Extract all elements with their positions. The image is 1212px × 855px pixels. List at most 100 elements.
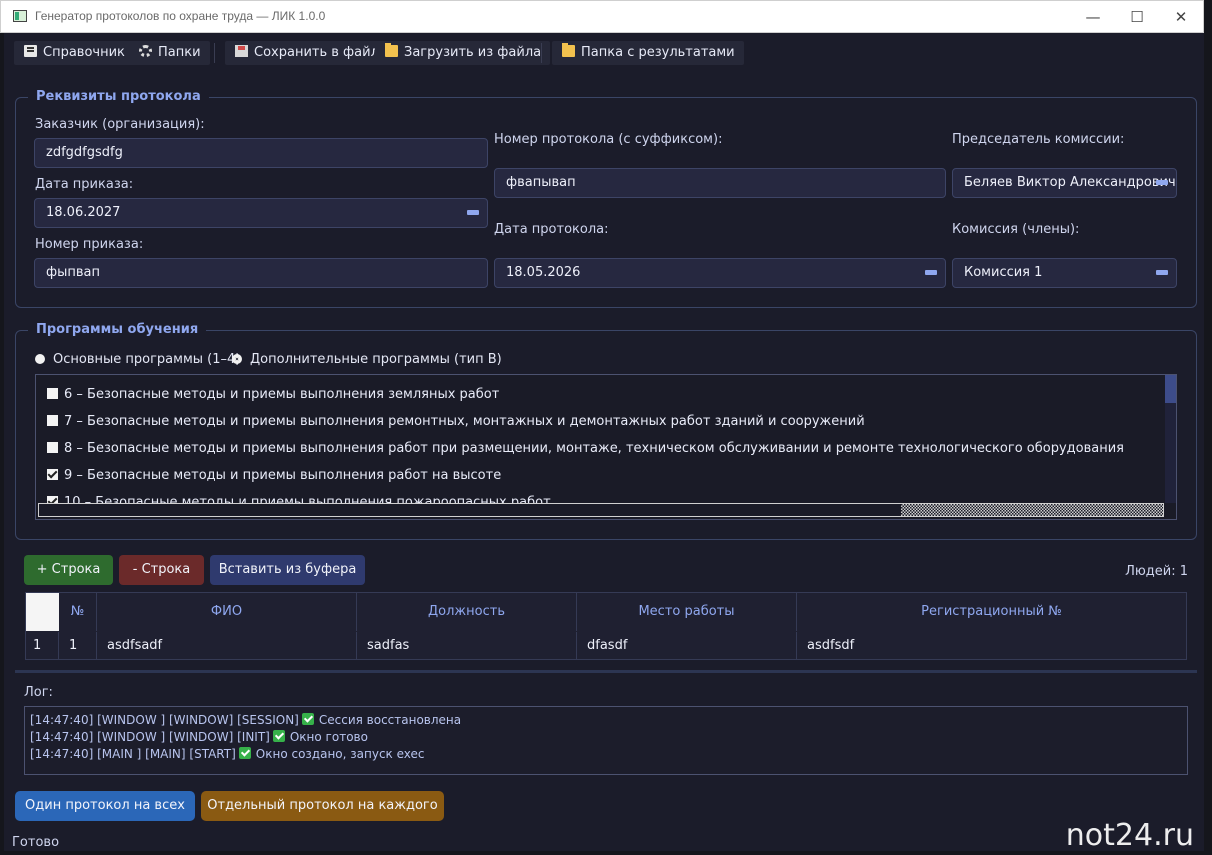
table-corner-button[interactable]: [26, 593, 59, 631]
column-header-fio[interactable]: ФИО: [97, 593, 357, 631]
reference-button[interactable]: Справочник: [14, 41, 134, 65]
save-file-label: Сохранить в файл: [254, 45, 379, 60]
check-icon: [238, 747, 251, 759]
scrollbar-thumb[interactable]: [1165, 375, 1176, 403]
chairman-label: Председатель комиссии:: [952, 132, 1125, 147]
folders-button[interactable]: Папки: [129, 41, 210, 65]
folder-icon: [385, 43, 398, 57]
commission-label: Комиссия (члены):: [952, 222, 1080, 237]
list-item[interactable]: 7 – Безопасные методы и приемы выполнени…: [47, 414, 865, 434]
dropdown-icon[interactable]: [467, 210, 479, 215]
save-file-button[interactable]: Сохранить в файл: [225, 41, 388, 65]
log-message: Сессия восстановлена: [318, 713, 462, 727]
protocol-number-input[interactable]: фвапывап: [494, 168, 946, 198]
row-header[interactable]: 1: [26, 632, 59, 660]
protocol-number-value: фвапывап: [506, 175, 576, 190]
customer-input[interactable]: zdfgdfgsdfg: [34, 138, 488, 168]
programs-list[interactable]: 6 – Безопасные методы и приемы выполнени…: [35, 374, 1177, 520]
order-date-value: 18.06.2027: [46, 205, 121, 220]
log-prefix: [14:47:40] [MAIN ] [MAIN] [START]: [30, 747, 236, 761]
table-cell[interactable]: asdfsdf: [797, 632, 1186, 660]
column-header-workplace[interactable]: Место работы: [577, 593, 797, 631]
floppy-icon: [235, 45, 248, 57]
dropdown-icon[interactable]: [1156, 270, 1168, 275]
load-file-label: Загрузить из файла: [404, 45, 542, 60]
list-item-label: 7 – Безопасные методы и приемы выполнени…: [64, 414, 865, 429]
radio-extra-programs[interactable]: Дополнительные программы (тип B): [232, 352, 502, 367]
gear-icon: [139, 45, 152, 57]
minimize-button[interactable]: —: [1073, 5, 1113, 29]
radio-selected-icon: [232, 354, 242, 364]
book-icon: [24, 45, 37, 57]
toolbar: Справочник Папки Сохранить в файл Загруз…: [4, 33, 1204, 73]
app-icon: [13, 10, 27, 22]
log-message: Окно готово: [289, 730, 368, 744]
order-date-picker[interactable]: 18.06.2027: [34, 198, 488, 228]
commission-value: Комиссия 1: [964, 265, 1043, 280]
log-line: [14:47:40] [MAIN ] [MAIN] [START] Окно со…: [30, 747, 425, 761]
check-icon: [301, 713, 314, 725]
order-number-value: фыпвап: [46, 265, 101, 280]
main-window: Справочник Папки Сохранить в файл Загруз…: [4, 33, 1204, 851]
commission-select[interactable]: Комиссия 1: [952, 258, 1177, 288]
scrollbar-thumb[interactable]: [901, 504, 1163, 516]
check-icon: [272, 730, 285, 742]
results-folder-label: Папка с результатами: [581, 45, 735, 60]
radio-unselected-icon: [35, 354, 45, 364]
column-header-reg-number[interactable]: Регистрационный №: [797, 593, 1186, 631]
watermark: not24.ru: [1065, 818, 1194, 853]
radio-extra-label: Дополнительные программы (тип B): [250, 352, 502, 367]
chairman-value: Беляев Виктор Александрович: [964, 175, 1176, 190]
folders-label: Папки: [158, 45, 201, 60]
vertical-scrollbar[interactable]: [1165, 375, 1176, 503]
table-cell[interactable]: dfasdf: [577, 632, 797, 660]
protocol-number-label: Номер протокола (с суффиксом):: [494, 132, 723, 147]
customer-label: Заказчик (организация):: [35, 117, 205, 132]
dropdown-icon[interactable]: [925, 270, 937, 275]
dropdown-icon[interactable]: [1156, 180, 1168, 185]
list-item[interactable]: 6 – Безопасные методы и приемы выполнени…: [47, 387, 499, 407]
protocol-per-person-button[interactable]: Отдельный протокол на каждого: [201, 791, 444, 821]
list-item[interactable]: 8 – Безопасные методы и приемы выполнени…: [47, 441, 1124, 461]
programs-title: Программы обучения: [28, 322, 207, 337]
table-cell[interactable]: sadfas: [357, 632, 577, 660]
table-cell[interactable]: asdfsadf: [97, 632, 357, 660]
radio-main-label: Основные программы (1–4): [53, 352, 241, 367]
remove-row-button[interactable]: - Строка: [119, 555, 204, 585]
log-output[interactable]: [14:47:40] [WINDOW ] [WINDOW] [SESSION] С…: [24, 706, 1188, 775]
order-date-label: Дата приказа:: [35, 177, 134, 192]
toolbar-separator: [541, 43, 542, 63]
paste-from-clipboard-button[interactable]: Вставить из буфера: [210, 555, 365, 585]
splitter-handle[interactable]: [15, 670, 1197, 673]
folder-icon: [562, 43, 575, 57]
close-button[interactable]: ✕: [1161, 5, 1201, 29]
list-item-label: 9 – Безопасные методы и приемы выполнени…: [64, 468, 502, 483]
column-header-number[interactable]: №: [59, 593, 97, 631]
checkbox[interactable]: [47, 388, 58, 399]
log-prefix: [14:47:40] [WINDOW ] [WINDOW] [SESSION]: [30, 713, 299, 727]
chairman-select[interactable]: Беляев Виктор Александрович: [952, 168, 1177, 198]
column-header-position[interactable]: Должность: [357, 593, 577, 631]
checkbox[interactable]: [47, 442, 58, 453]
radio-main-programs[interactable]: Основные программы (1–4): [35, 352, 240, 367]
table-cell[interactable]: 1: [59, 632, 97, 660]
list-item-label: 6 – Безопасные методы и приемы выполнени…: [64, 387, 500, 402]
order-number-label: Номер приказа:: [35, 237, 144, 252]
list-item[interactable]: 9 – Безопасные методы и приемы выполнени…: [47, 468, 501, 488]
order-number-input[interactable]: фыпвап: [34, 258, 488, 288]
one-protocol-for-all-button[interactable]: Один протокол на всех: [15, 791, 195, 821]
load-file-button[interactable]: Загрузить из файла: [375, 41, 551, 65]
checkbox[interactable]: [47, 415, 58, 426]
people-table[interactable]: № ФИО Должность Место работы Регистрацио…: [25, 592, 1187, 660]
status-bar-text: Готово: [12, 835, 60, 850]
log-line: [14:47:40] [WINDOW ] [WINDOW] [SESSION] С…: [30, 713, 461, 727]
customer-value: zdfgdfgsdfg: [46, 145, 123, 160]
log-prefix: [14:47:40] [WINDOW ] [WINDOW] [INIT]: [30, 730, 270, 744]
checkbox-checked[interactable]: [47, 469, 58, 480]
results-folder-button[interactable]: Папка с результатами: [552, 41, 744, 65]
add-row-button[interactable]: + Строка: [24, 555, 113, 585]
maximize-button[interactable]: ☐: [1117, 5, 1157, 29]
horizontal-scrollbar[interactable]: [38, 503, 1164, 517]
reference-label: Справочник: [43, 45, 125, 60]
protocol-date-picker[interactable]: 18.05.2026: [494, 258, 946, 288]
